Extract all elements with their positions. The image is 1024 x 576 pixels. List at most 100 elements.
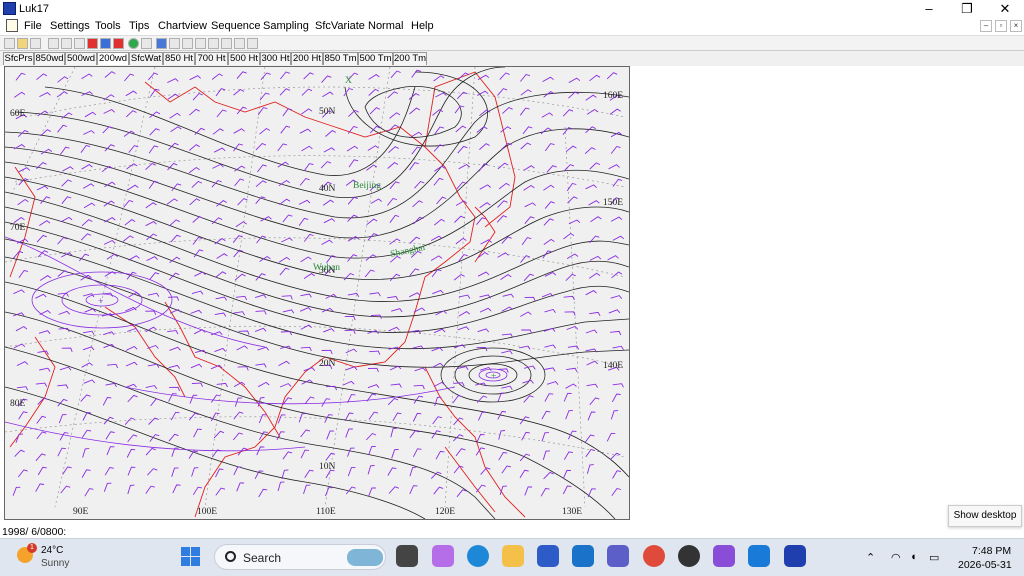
weather-temp[interactable]: 24°C [41, 545, 63, 556]
lat-label-20n: 20N [319, 359, 336, 369]
mdi-minimize-button[interactable]: – [980, 20, 992, 32]
tab-200-tm[interactable]: 200 Tm [393, 52, 427, 65]
settings-icon[interactable] [247, 38, 258, 49]
wind-barb [499, 485, 507, 496]
wind-barb [325, 385, 338, 391]
wind-barb [457, 326, 470, 331]
wind-barb [544, 393, 554, 402]
wind-barb [479, 184, 491, 190]
wind-barb [282, 451, 293, 460]
clock-time[interactable]: 7:48 PM [972, 545, 1011, 557]
battery-icon[interactable]: ▭ [929, 551, 939, 564]
media-player-icon[interactable] [678, 545, 700, 567]
play-icon[interactable] [87, 38, 98, 49]
tab-850wd[interactable]: 850wd [34, 52, 65, 65]
weather-map[interactable]: 50N 40N 30N 20N 10N 60E 70E 80E 160E 150… [4, 66, 630, 520]
wind-barb [189, 144, 200, 151]
wind-barb [83, 379, 96, 384]
prev-frame-icon[interactable] [61, 38, 72, 49]
menu-normal[interactable]: Normal [368, 20, 403, 32]
store-icon[interactable] [537, 545, 559, 567]
list-icon[interactable] [221, 38, 232, 49]
wind-barb [409, 107, 421, 115]
menu-help[interactable]: Help [411, 20, 434, 32]
wind-barb [610, 295, 623, 299]
status-bar: 1998/ 6/0800: [2, 526, 67, 538]
edge-icon[interactable] [467, 545, 489, 567]
tab-500-ht[interactable]: 500 Ht [228, 52, 260, 65]
remote-desktop-icon[interactable] [748, 545, 770, 567]
fast-forward-icon[interactable] [113, 38, 124, 49]
wind-barb [607, 255, 619, 261]
tab-500wd[interactable]: 500wd [65, 52, 97, 65]
wind-barb [255, 180, 267, 188]
menu-tools[interactable]: Tools [95, 20, 121, 32]
restore-button[interactable]: ❐ [948, 0, 986, 18]
wind-barb [191, 382, 203, 387]
step-back-icon[interactable] [74, 38, 85, 49]
rotate-icon[interactable] [182, 38, 193, 49]
layers-icon[interactable] [208, 38, 219, 49]
chevron-up-icon[interactable]: ⌃ [866, 551, 875, 564]
close-button[interactable]: ✕ [986, 0, 1024, 18]
zoom-icon[interactable] [141, 38, 152, 49]
minimize-button[interactable]: – [910, 0, 948, 18]
grid-icon[interactable] [169, 38, 180, 49]
menu-tips[interactable]: Tips [129, 20, 149, 32]
wind-barb [497, 162, 509, 170]
copilot-icon[interactable] [432, 545, 454, 567]
tab-500-tm[interactable]: 500 Tm [358, 52, 393, 65]
first-frame-icon[interactable] [48, 38, 59, 49]
tab-sfcprs[interactable]: SfcPrs [3, 52, 34, 65]
pen-icon[interactable] [156, 38, 167, 49]
wind-barb [322, 91, 334, 98]
weather-condition[interactable]: Sunny [41, 558, 69, 569]
task-view-icon[interactable] [396, 545, 418, 567]
frame-icon[interactable] [100, 38, 111, 49]
tab-850-tm[interactable]: 850 Tm [323, 52, 358, 65]
wind-barb [170, 126, 182, 133]
globe-icon[interactable] [128, 38, 139, 49]
mdi-close-button[interactable]: × [1010, 20, 1022, 32]
wind-barb [544, 143, 555, 152]
file-explorer-icon[interactable] [502, 545, 524, 567]
tab-850-ht[interactable]: 850 Ht [163, 52, 195, 65]
tab-300-ht[interactable]: 300 Ht [260, 52, 291, 65]
luk17-taskbar-icon[interactable] [784, 545, 806, 567]
wifi-icon[interactable]: ◠ [891, 551, 901, 564]
menu-file[interactable]: File [24, 20, 42, 32]
teams-icon[interactable] [607, 545, 629, 567]
tab-700-ht[interactable]: 700 Ht [195, 52, 228, 65]
clock-date[interactable]: 2026-05-31 [958, 559, 1012, 571]
menu-sfcvariate[interactable]: SfcVariate [315, 20, 365, 32]
menu-chartview[interactable]: Chartview [158, 20, 207, 32]
start-button[interactable] [181, 547, 201, 567]
save-icon[interactable] [30, 38, 41, 49]
visual-studio-icon[interactable] [713, 545, 735, 567]
height-isolines [5, 67, 629, 519]
low-center-marker: + [98, 297, 103, 307]
tab-200wd[interactable]: 200wd [97, 52, 129, 65]
wind-barb [188, 450, 198, 459]
volume-icon[interactable]: ◖ [910, 551, 917, 563]
wind-barb [17, 198, 29, 206]
outlook-icon[interactable] [572, 545, 594, 567]
menu-sampling[interactable]: Sampling [263, 20, 309, 32]
wind-barb [541, 410, 551, 420]
chrome-icon[interactable] [643, 545, 665, 567]
menu-settings[interactable]: Settings [50, 20, 90, 32]
document-icon[interactable] [6, 19, 18, 32]
wind-barb [282, 309, 295, 314]
menu-sequence[interactable]: Sequence [211, 20, 261, 32]
wind-barb [127, 466, 136, 476]
print-icon[interactable] [234, 38, 245, 49]
new-icon[interactable] [4, 38, 15, 49]
wind-barb [278, 360, 290, 366]
refresh-icon[interactable] [195, 38, 206, 49]
search-box[interactable]: Search [214, 544, 386, 570]
wind-barb [12, 486, 21, 496]
tab-sfcwat[interactable]: SfcWat [129, 52, 163, 65]
mdi-restore-button[interactable]: ▫ [995, 20, 1007, 32]
open-icon[interactable] [17, 38, 28, 49]
tab-200-ht[interactable]: 200 Ht [291, 52, 323, 65]
